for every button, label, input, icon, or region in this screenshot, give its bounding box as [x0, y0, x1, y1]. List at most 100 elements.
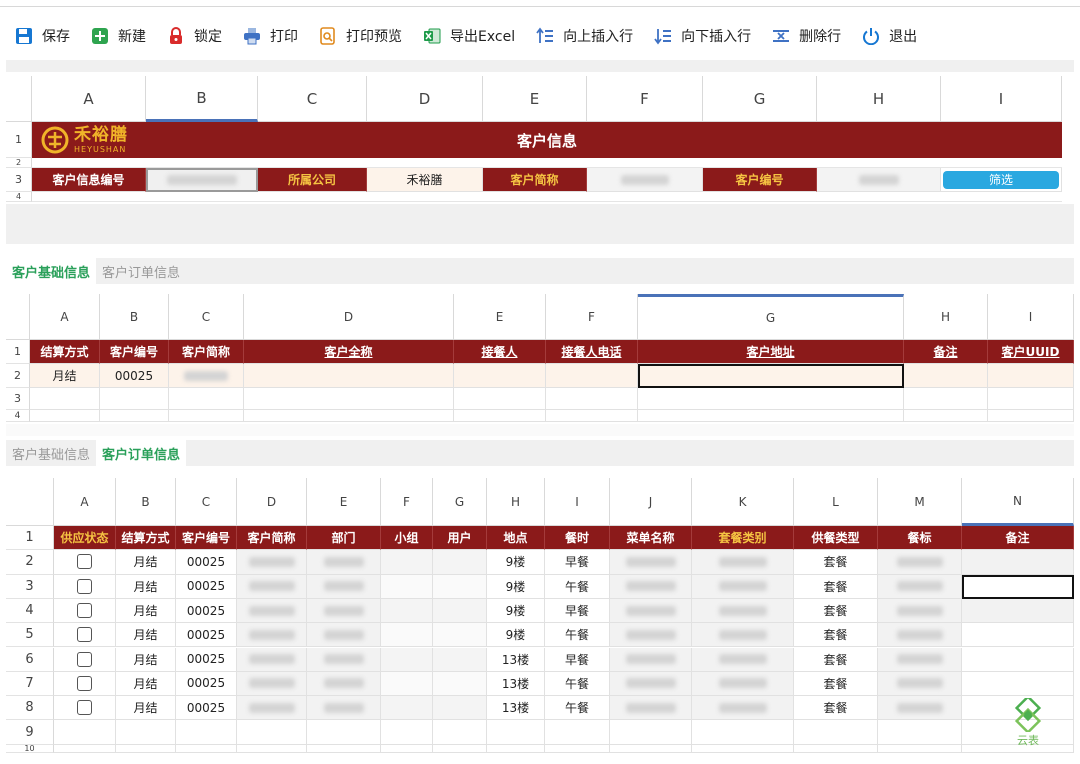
order-cell-r7-c14[interactable] [962, 671, 1074, 697]
supply-status-checkbox[interactable] [77, 700, 92, 716]
order-cell-r8-c10[interactable] [610, 696, 692, 721]
supply-status-checkbox[interactable] [77, 675, 92, 691]
order-cell-r6-c9[interactable]: 早餐 [545, 647, 610, 672]
order-cell-r6-c11[interactable] [692, 647, 794, 672]
order-cell-r8-c11[interactable] [692, 696, 794, 721]
customer-short-name-field[interactable] [587, 168, 703, 192]
data-cell-r3-c3[interactable] [169, 388, 244, 410]
order-cell-r4-c9[interactable]: 早餐 [545, 598, 610, 624]
order-cell-r2-c11[interactable] [692, 550, 794, 575]
order-cell-r6-c12[interactable]: 套餐 [794, 647, 878, 672]
order-cell-r4-c3[interactable]: 00025 [176, 598, 237, 624]
order-cell-r8-c9[interactable]: 午餐 [545, 696, 610, 721]
tab-customer-basic[interactable]: 客户基础信息 [6, 258, 97, 284]
order-cell-r7-c13[interactable] [878, 671, 962, 697]
row-header-2[interactable]: 2 [6, 364, 30, 388]
order-cell-r4-c10[interactable] [610, 598, 692, 624]
order-cell-r9-c13[interactable] [878, 720, 962, 745]
supply-status-checkbox[interactable] [77, 578, 92, 594]
order-cell-r5-c5[interactable] [307, 623, 381, 648]
order-cell-r2-c9[interactable]: 早餐 [545, 550, 610, 575]
data-cell-r3-c6[interactable] [546, 388, 638, 410]
order-cell-r6-c2[interactable]: 月结 [116, 647, 176, 672]
order-cell-r3-c4[interactable] [237, 574, 307, 599]
order-cell-r5-c8[interactable]: 9楼 [487, 623, 545, 648]
exit-button[interactable]: 退出 [853, 21, 925, 51]
row-header-8[interactable]: 8 [6, 696, 54, 721]
supply-status-checkbox[interactable] [77, 627, 92, 643]
order-cell-r5-c7[interactable] [433, 623, 487, 648]
order-cell-r2-c1[interactable] [54, 550, 116, 575]
order-cell-r6-c1[interactable] [54, 647, 116, 672]
order-cell-r9-c6[interactable] [381, 720, 433, 745]
row-header-10[interactable]: 10 [6, 744, 54, 753]
order-cell-r10-c2[interactable] [116, 744, 176, 753]
order-cell-r10-c12[interactable] [794, 744, 878, 753]
data-cell-r4-c5[interactable] [454, 410, 546, 422]
order-cell-r6-c10[interactable] [610, 647, 692, 672]
supply-status-checkbox[interactable] [77, 603, 92, 619]
order-cell-r10-c10[interactable] [610, 744, 692, 753]
order-cell-r5-c10[interactable] [610, 623, 692, 648]
order-cell-r7-c2[interactable]: 月结 [116, 671, 176, 697]
row-header-9[interactable]: 9 [6, 720, 54, 745]
customer-info-no-field[interactable] [146, 168, 258, 192]
column-header-i[interactable]: I [988, 294, 1074, 340]
supply-status-checkbox[interactable] [77, 651, 92, 667]
column-header-f[interactable]: F [546, 294, 638, 340]
order-cell-r3-c13[interactable] [878, 574, 962, 599]
row-header-1[interactable]: 1 [6, 340, 30, 364]
column-header-d[interactable]: D [237, 478, 307, 526]
order-cell-r9-c12[interactable] [794, 720, 878, 745]
order-cell-r3-c5[interactable] [307, 574, 381, 599]
row-header-7[interactable]: 7 [6, 671, 54, 697]
order-cell-r2-c3[interactable]: 00025 [176, 550, 237, 575]
order-cell-r10-c6[interactable] [381, 744, 433, 753]
order-cell-r2-c6[interactable] [381, 550, 433, 575]
data-cell-r3-c1[interactable] [30, 388, 100, 410]
order-cell-r10-c9[interactable] [545, 744, 610, 753]
row-header-1[interactable]: 1 [6, 122, 32, 158]
order-cell-r5-c4[interactable] [237, 623, 307, 648]
order-cell-r10-c5[interactable] [307, 744, 381, 753]
delete-row-button[interactable]: 删除行 [763, 21, 849, 51]
order-cell-r8-c1[interactable] [54, 696, 116, 721]
row-header-2[interactable]: 2 [6, 158, 32, 168]
order-cell-r3-c2[interactable]: 月结 [116, 574, 176, 599]
order-cell-r2-c5[interactable] [307, 550, 381, 575]
row-header-3[interactable]: 3 [6, 574, 54, 599]
order-cell-r3-c9[interactable]: 午餐 [545, 574, 610, 599]
row-header-4[interactable]: 4 [6, 410, 30, 422]
data-cell-r2-c4[interactable] [244, 364, 454, 388]
order-cell-r9-c11[interactable] [692, 720, 794, 745]
order-cell-r4-c2[interactable]: 月结 [116, 598, 176, 624]
data-cell-r2-c2[interactable]: 00025 [100, 364, 169, 388]
order-cell-r10-c1[interactable] [54, 744, 116, 753]
order-cell-r8-c3[interactable]: 00025 [176, 696, 237, 721]
column-header-g[interactable]: G [703, 76, 817, 122]
column-header-b[interactable]: B [100, 294, 169, 340]
export-excel-button[interactable]: 导出Excel [414, 21, 523, 51]
order-cell-r10-c7[interactable] [433, 744, 487, 753]
order-cell-r7-c1[interactable] [54, 671, 116, 697]
column-header-m[interactable]: M [878, 478, 962, 526]
order-cell-r4-c12[interactable]: 套餐 [794, 598, 878, 624]
order-cell-r8-c6[interactable] [381, 696, 433, 721]
order-cell-r7-c3[interactable]: 00025 [176, 671, 237, 697]
column-header-c[interactable]: C [258, 76, 367, 122]
order-cell-r7-c10[interactable] [610, 671, 692, 697]
order-cell-r6-c6[interactable] [381, 647, 433, 672]
order-cell-r4-c14[interactable] [962, 598, 1074, 624]
order-cell-r3-c11[interactable] [692, 574, 794, 599]
order-cell-r2-c4[interactable] [237, 550, 307, 575]
order-cell-r6-c5[interactable] [307, 647, 381, 672]
order-cell-r4-c6[interactable] [381, 598, 433, 624]
order-cell-r7-c4[interactable] [237, 671, 307, 697]
order-cell-r3-c7[interactable] [433, 574, 487, 599]
column-header-k[interactable]: K [692, 478, 794, 526]
order-cell-r3-c1[interactable] [54, 574, 116, 599]
data-cell-r3-c2[interactable] [100, 388, 169, 410]
order-cell-r5-c3[interactable]: 00025 [176, 623, 237, 648]
order-cell-r8-c12[interactable]: 套餐 [794, 696, 878, 721]
order-cell-r5-c6[interactable] [381, 623, 433, 648]
